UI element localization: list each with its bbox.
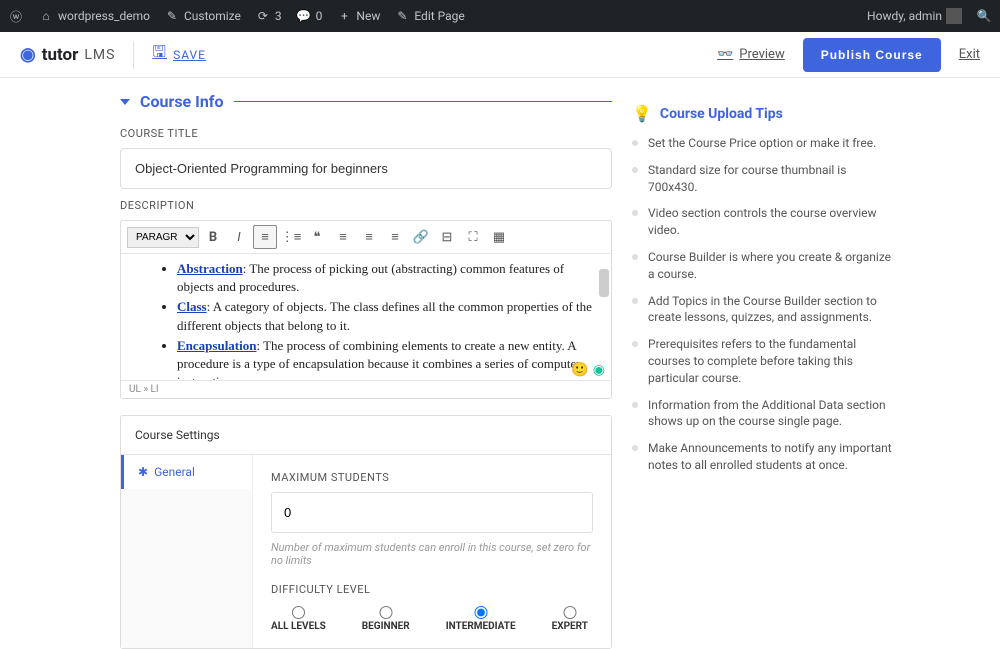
updates-count: 3 xyxy=(275,9,282,23)
course-title-input[interactable] xyxy=(120,148,612,189)
exit-button[interactable]: Exit xyxy=(959,47,980,62)
howdy-link[interactable]: Howdy, admin xyxy=(867,8,962,24)
tip-item: Standard size for course thumbnail is 70… xyxy=(632,162,892,196)
logo-text: tutor xyxy=(42,45,79,65)
editor-toolbar: PARAGR… B I ≡ ⋮≡ ❝ ≡ ≡ ≡ 🔗 ⊟ ⛶ ▦ xyxy=(121,221,611,254)
editor-bar: ◉ tutor LMS 🖫 SAVE 👓 Preview Publish Cou… xyxy=(0,32,1000,78)
site-link[interactable]: ⌂ wordpress_demo xyxy=(38,8,150,24)
plus-icon: + xyxy=(336,8,352,24)
tip-item: Add Topics in the Course Builder section… xyxy=(632,293,892,327)
course-settings: Course Settings ✱ General MAXIMUM STUDEN… xyxy=(120,415,612,649)
search-icon: 🔍 xyxy=(976,8,992,24)
settings-tabs: ✱ General xyxy=(121,455,253,648)
tip-item: Video section controls the course overvi… xyxy=(632,205,892,239)
pencil-icon: ✎ xyxy=(394,8,410,24)
site-name: wordpress_demo xyxy=(58,9,150,23)
search-link[interactable]: 🔍 xyxy=(976,8,992,24)
logo-icon: ◉ xyxy=(20,44,36,65)
gear-icon: ✱ xyxy=(138,465,148,479)
new-link[interactable]: + New xyxy=(336,8,380,24)
tab-general-label: General xyxy=(154,465,195,479)
lightbulb-icon: 💡 xyxy=(632,104,652,123)
ul-button[interactable]: ≡ xyxy=(253,225,277,249)
difficulty-label: DIFFICULTY LEVEL xyxy=(271,583,593,596)
bold-button[interactable]: B xyxy=(201,225,225,249)
max-students-input[interactable] xyxy=(271,492,593,533)
max-students-hint: Number of maximum students can enroll in… xyxy=(271,541,593,567)
section-title: Course Info xyxy=(140,92,224,111)
bullet-item: Abstraction: The process of picking out … xyxy=(177,260,595,296)
tip-item: Course Builder is where you create & org… xyxy=(632,249,892,283)
description-label: DESCRIPTION xyxy=(120,199,612,212)
howdy-label: Howdy, admin xyxy=(867,9,942,23)
save-label: SAVE xyxy=(173,48,206,62)
tips-list: Set the Course Price option or make it f… xyxy=(632,135,892,474)
italic-button[interactable]: I xyxy=(227,225,251,249)
tutor-logo: ◉ tutor LMS xyxy=(20,44,115,65)
tip-item: Prerequisites refers to the fundamental … xyxy=(632,336,892,386)
scrollbar-thumb[interactable] xyxy=(599,269,609,297)
bullet-item: Class: A category of objects. The class … xyxy=(177,298,595,334)
preview-button[interactable]: 👓 Preview xyxy=(717,47,785,62)
description-editor: PARAGR… B I ≡ ⋮≡ ❝ ≡ ≡ ≡ 🔗 ⊟ ⛶ ▦ Abstrac… xyxy=(120,220,612,399)
home-icon: ⌂ xyxy=(38,8,54,24)
quote-button[interactable]: ❝ xyxy=(305,225,329,249)
divider xyxy=(133,41,134,69)
bullet-item: Encapsulation: The process of combining … xyxy=(177,337,595,380)
customize-link[interactable]: ✎ Customize xyxy=(164,8,241,24)
difficulty-all[interactable]: ALL LEVELS xyxy=(271,606,326,632)
save-button[interactable]: 🖫 SAVE xyxy=(152,41,206,68)
difficulty-beginner[interactable]: BEGINNER xyxy=(362,606,410,632)
section-header: Course Info xyxy=(120,92,612,111)
tip-item: Set the Course Price option or make it f… xyxy=(632,135,892,152)
comment-icon: 💬 xyxy=(296,8,312,24)
save-icon: 🖫 xyxy=(152,41,167,68)
edit-page-label: Edit Page xyxy=(414,9,464,23)
link-button[interactable]: 🔗 xyxy=(409,225,433,249)
brush-icon: ✎ xyxy=(164,8,180,24)
align-center-button[interactable]: ≡ xyxy=(357,225,381,249)
avatar xyxy=(946,8,962,24)
wordpress-icon: ⓦ xyxy=(8,8,24,24)
wp-admin-bar: ⓦ ⌂wordpress_demo ✎Customize ⟳3 💬0 +New … xyxy=(0,0,1000,32)
difficulty-options: ALL LEVELS BEGINNER INTERMEDIATE EXPERT xyxy=(271,606,593,632)
difficulty-expert[interactable]: EXPERT xyxy=(552,606,588,632)
tips-title: Course Upload Tips xyxy=(660,106,783,122)
editor-path: UL » LI xyxy=(121,380,611,398)
edit-page-link[interactable]: ✎ Edit Page xyxy=(394,8,464,24)
publish-button[interactable]: Publish Course xyxy=(803,38,941,72)
refresh-icon: ⟳ xyxy=(255,8,271,24)
align-left-button[interactable]: ≡ xyxy=(331,225,355,249)
fullscreen-button[interactable]: ⛶ xyxy=(461,225,485,249)
glasses-icon: 👓 xyxy=(717,47,733,62)
format-dropdown[interactable]: PARAGR… xyxy=(127,227,199,248)
logo-suffix: LMS xyxy=(84,47,115,63)
tips-header: 💡 Course Upload Tips xyxy=(632,104,892,123)
settings-header: Course Settings xyxy=(121,416,611,455)
ol-button[interactable]: ⋮≡ xyxy=(279,225,303,249)
difficulty-intermediate[interactable]: INTERMEDIATE xyxy=(446,606,516,632)
chevron-down-icon[interactable] xyxy=(120,99,130,105)
updates-link[interactable]: ⟳3 xyxy=(255,8,282,24)
title-label: COURSE TITLE xyxy=(120,127,612,140)
max-students-label: MAXIMUM STUDENTS xyxy=(271,471,593,484)
new-label: New xyxy=(356,9,380,23)
align-right-button[interactable]: ≡ xyxy=(383,225,407,249)
tip-item: Information from the Additional Data sec… xyxy=(632,397,892,431)
customize-label: Customize xyxy=(184,9,241,23)
more-button[interactable]: ⊟ xyxy=(435,225,459,249)
comments-count: 0 xyxy=(316,9,323,23)
wp-logo-link[interactable]: ⓦ xyxy=(8,8,24,24)
grammarly-icon[interactable]: ◉ xyxy=(593,362,605,378)
editor-content[interactable]: Abstraction: The process of picking out … xyxy=(121,254,611,380)
comments-link[interactable]: 💬0 xyxy=(296,8,323,24)
tab-general[interactable]: ✱ General xyxy=(121,455,252,489)
preview-label: Preview xyxy=(739,47,784,62)
toolbar-toggle-button[interactable]: ▦ xyxy=(487,225,511,249)
emoji-icon[interactable]: 🙂 xyxy=(571,362,588,378)
tip-item: Make Announcements to notify any importa… xyxy=(632,440,892,474)
